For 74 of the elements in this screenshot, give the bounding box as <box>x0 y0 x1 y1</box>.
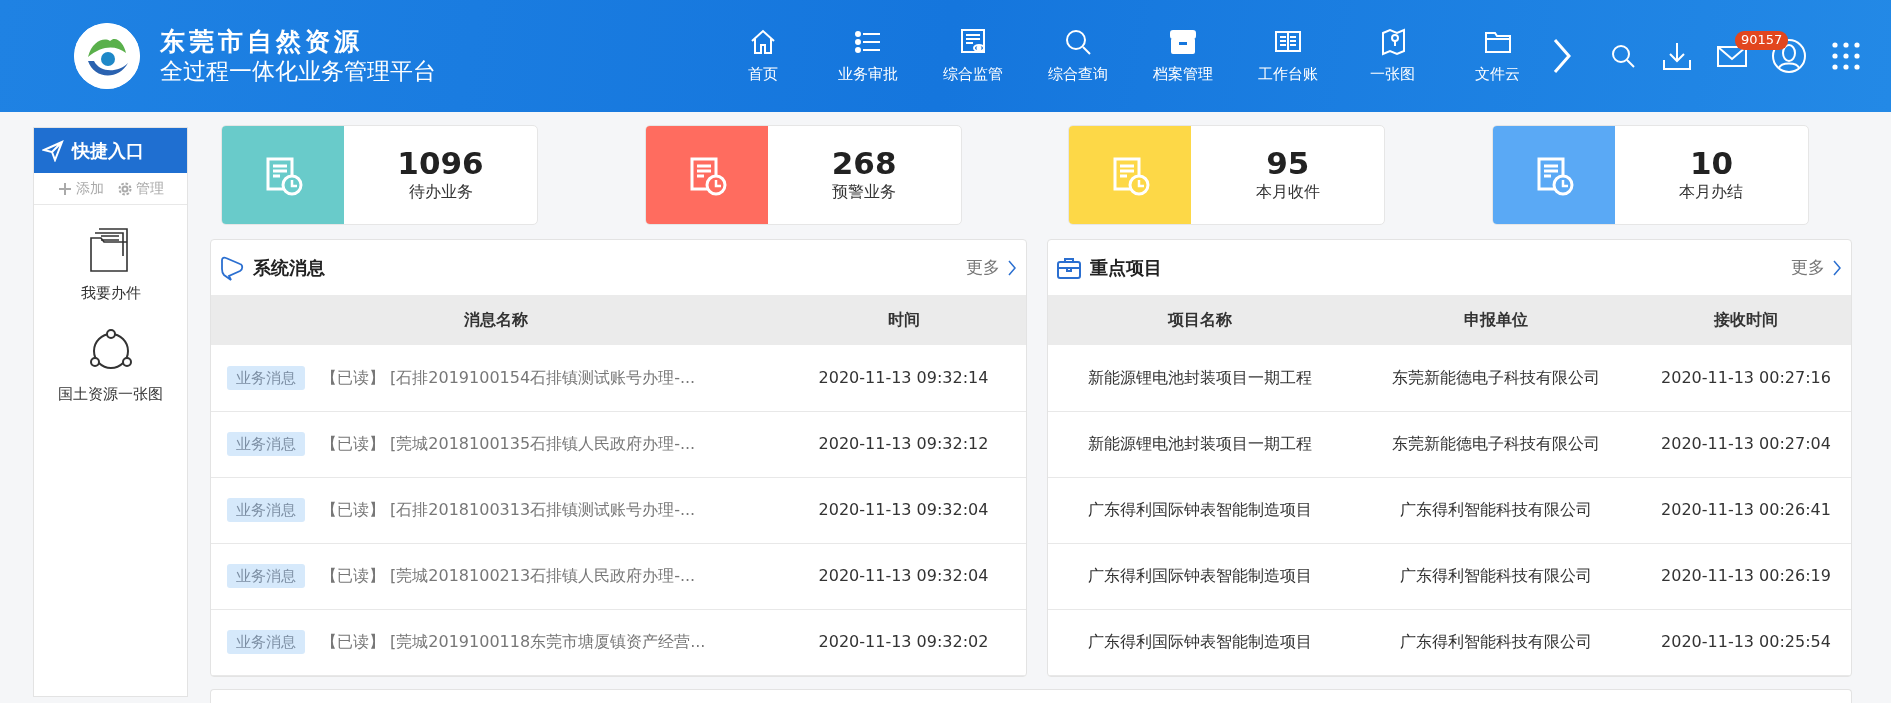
table-cell: 广东得利智能科技有限公司 <box>1351 477 1641 543</box>
search-icon[interactable] <box>1609 42 1637 70</box>
stat-label: 本月收件 <box>1255 181 1320 204</box>
table-cell: 东莞新能德电子科技有限公司 <box>1351 345 1641 411</box>
table-cell: 2020-11-13 00:26:19 <box>1641 543 1851 609</box>
table-cell: 2020-11-13 00:26:41 <box>1641 477 1851 543</box>
message-title[interactable]: 【已读】 [莞城2018100213石排镇人民政府办理-... <box>321 566 696 585</box>
stat-value: 95 <box>1266 145 1310 181</box>
stat-value: 10 <box>1689 145 1734 181</box>
message-tag: 业务消息 <box>227 564 305 588</box>
nav-item[interactable]: 档案管理 <box>1130 26 1235 86</box>
gear-icon <box>117 181 132 196</box>
chevron-right-icon <box>1008 259 1016 276</box>
sidebar-action-link[interactable]: 管理 <box>116 177 165 200</box>
nav-item[interactable]: 综合查询 <box>1025 26 1130 86</box>
message-tag: 业务消息 <box>227 365 305 390</box>
stat-label: 预警业务 <box>832 181 897 204</box>
sidebar-title: 快捷入口 <box>72 139 144 163</box>
message-title[interactable]: 【已读】 [莞城2019100118东莞市塘厦镇资产经营... <box>321 632 706 651</box>
more-link[interactable]: 更多 <box>966 254 1016 281</box>
column-header: 消息名称 <box>211 295 781 345</box>
speech-bubble-icon <box>219 254 245 281</box>
more-link[interactable]: 更多 <box>1791 254 1841 281</box>
unread-count-badge: 90157 <box>1735 30 1789 50</box>
table-cell: 新能源锂电池封装项目一期工程 <box>1048 411 1351 477</box>
table-cell: 广东得利智能科技有限公司 <box>1351 543 1641 609</box>
table-cell: 2020-11-13 00:27:04 <box>1641 411 1851 477</box>
download-icon[interactable] <box>1661 40 1693 72</box>
nav-item[interactable]: 工作台账 <box>1235 26 1340 86</box>
table-cell: 新能源锂电池封装项目一期工程 <box>1048 345 1351 411</box>
logo-icon <box>74 23 140 89</box>
sidebar-action-link[interactable]: 添加 <box>56 177 105 200</box>
stat-value: 268 <box>831 145 897 181</box>
table-cell: 2020-11-13 09:32:04 <box>781 477 1026 543</box>
table-cell: 2020-11-13 09:32:02 <box>781 609 1026 675</box>
app-title: 东莞市自然资源 <box>160 26 364 57</box>
shortcut-item[interactable]: 我要办件 <box>34 225 187 306</box>
panel-title: 系统消息 <box>253 256 325 280</box>
nav-item[interactable]: 一张图 <box>1340 26 1445 86</box>
nav-item[interactable]: 业务审批 <box>815 26 920 86</box>
table-cell: 广东得利智能科技有限公司 <box>1351 609 1641 675</box>
nav-item[interactable]: 文件云 <box>1445 26 1550 86</box>
message-title[interactable]: 【已读】 [莞城2018100135石排镇人民政府办理-... <box>321 434 696 453</box>
message-tag: 业务消息 <box>227 432 305 456</box>
table-cell: 东莞新能德电子科技有限公司 <box>1351 411 1641 477</box>
message-tag: 业务消息 <box>227 498 305 522</box>
column-header: 项目名称 <box>1048 295 1351 345</box>
chevron-right-icon <box>1833 259 1841 276</box>
column-header: 接收时间 <box>1641 295 1851 345</box>
apps-grid-icon[interactable] <box>1831 41 1861 71</box>
plus-icon <box>57 181 72 196</box>
paper-plane-icon <box>42 139 64 162</box>
table-cell: 广东得利国际钟表智能制造项目 <box>1048 543 1351 609</box>
message-tag: 业务消息 <box>227 630 305 654</box>
column-header: 时间 <box>781 295 1026 345</box>
table-cell: 2020-11-13 00:27:16 <box>1641 345 1851 411</box>
stat-label: 本月办结 <box>1679 181 1744 204</box>
table-cell: 广东得利国际钟表智能制造项目 <box>1048 609 1351 675</box>
panel-title: 重点项目 <box>1090 256 1162 280</box>
message-title[interactable]: 【已读】 [石排2018100313石排镇测试账号办理-... <box>321 500 696 519</box>
stat-label: 待办业务 <box>408 181 473 204</box>
nav-item[interactable]: 首页 <box>710 26 815 86</box>
table-cell: 2020-11-13 09:32:04 <box>781 543 1026 609</box>
table-cell: 广东得利国际钟表智能制造项目 <box>1048 477 1351 543</box>
column-header: 申报单位 <box>1351 295 1641 345</box>
nav-item[interactable]: 综合监管 <box>920 26 1025 86</box>
table-cell: 2020-11-13 09:32:12 <box>781 411 1026 477</box>
table-cell: 2020-11-13 09:32:14 <box>781 345 1026 411</box>
shortcut-item[interactable]: 国土资源一张图 <box>34 325 187 406</box>
stat-value: 1096 <box>397 145 484 181</box>
table-cell: 2020-11-13 00:25:54 <box>1641 609 1851 675</box>
mail-icon[interactable] <box>1717 44 1747 69</box>
app-subtitle: 全过程一体化业务管理平台 <box>160 56 437 86</box>
message-title[interactable]: 【已读】 [石排2019100154石排镇测试账号办理-... <box>321 367 696 387</box>
